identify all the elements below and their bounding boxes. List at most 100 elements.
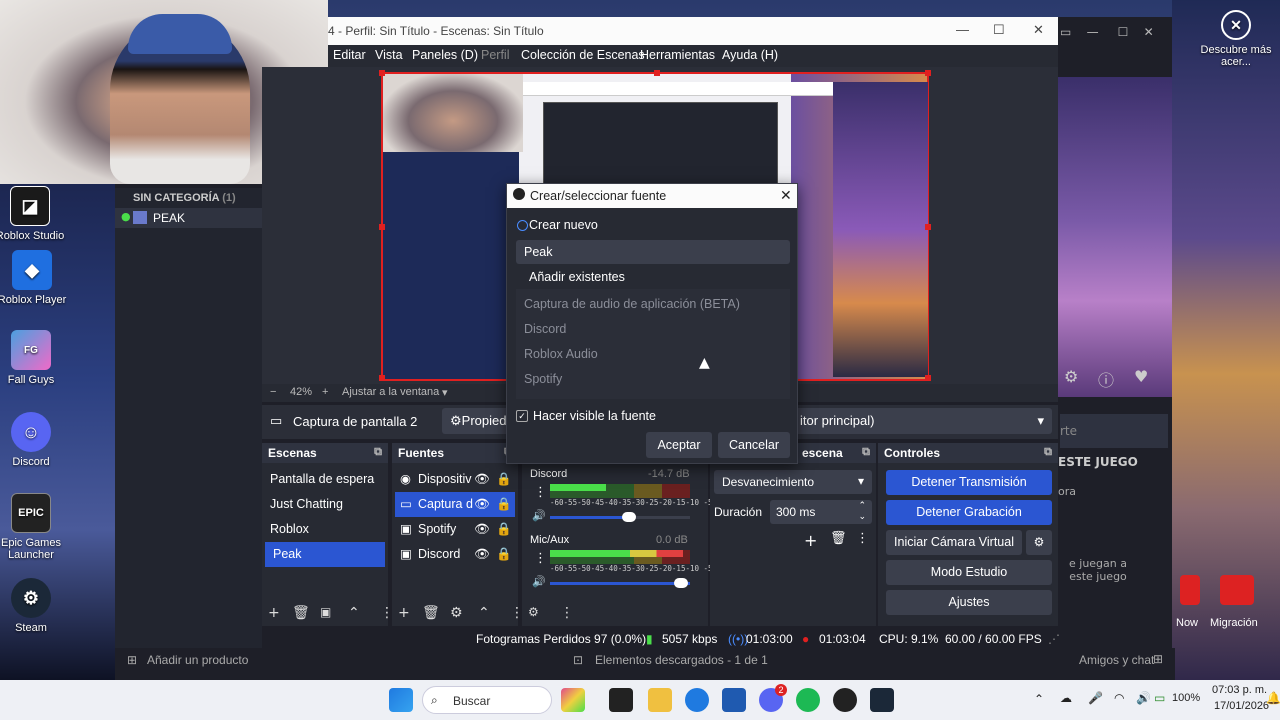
- notification-icon[interactable]: 🔔: [1266, 691, 1280, 705]
- gear-icon[interactable]: ⚙: [450, 605, 463, 621]
- friends-icon[interactable]: ⊞: [1153, 652, 1163, 666]
- source-item[interactable]: ▣ Discord 👁 🔒: [392, 542, 518, 567]
- desktop-icon-fall-guys[interactable]: FG Fall Guys: [0, 330, 71, 386]
- scene-item[interactable]: Roblox: [262, 517, 388, 542]
- menu-coleccion[interactable]: Colección de Escenas: [521, 48, 645, 62]
- window-controls-underlying[interactable]: ▭ — ☐ ✕: [1060, 25, 1154, 39]
- scene-tree-item[interactable]: ● PEAK: [115, 208, 262, 228]
- eye-icon[interactable]: 👁: [474, 492, 490, 517]
- existing-source-item[interactable]: Spotify: [524, 372, 562, 386]
- resize-handle[interactable]: [654, 70, 660, 76]
- accept-button[interactable]: Aceptar: [646, 432, 712, 458]
- terminal-icon[interactable]: [609, 688, 633, 712]
- zoom-out-icon[interactable]: −: [270, 386, 276, 398]
- slider-thumb[interactable]: [674, 578, 688, 588]
- source-item[interactable]: ◉ Dispositiv 👁 🔒: [392, 467, 518, 492]
- move-up-icon[interactable]: ⌃: [478, 605, 490, 621]
- clock-time[interactable]: 07:03 p. m.: [1212, 684, 1267, 696]
- minimize-icon[interactable]: —: [956, 22, 969, 37]
- desktop-icon-discover[interactable]: ✕ Descubre más acer...: [1196, 10, 1276, 68]
- resize-handle[interactable]: [925, 224, 931, 230]
- stop-recording-button[interactable]: Detener Grabación: [886, 500, 1052, 525]
- add-icon[interactable]: +: [398, 605, 410, 621]
- desktop-icon-roblox-player[interactable]: ◆ Roblox Player: [0, 250, 72, 306]
- speaker-icon[interactable]: 🔊: [532, 575, 546, 588]
- more-icon[interactable]: ⋮: [534, 485, 547, 500]
- scene-tree-category[interactable]: SIN CATEGORÍA (1): [133, 192, 236, 204]
- scene-item-selected[interactable]: Peak: [265, 542, 385, 567]
- more-icon[interactable]: ⋮: [534, 551, 547, 566]
- studio-mode-button[interactable]: Modo Estudio: [886, 560, 1052, 585]
- visible-checkbox[interactable]: ✓: [516, 410, 528, 422]
- scene-item[interactable]: Just Chatting: [262, 492, 388, 517]
- lock-icon[interactable]: 🔒: [496, 492, 512, 517]
- outlook-icon[interactable]: [722, 688, 746, 712]
- zoom-in-icon[interactable]: +: [322, 386, 328, 398]
- spotify-icon[interactable]: [796, 688, 820, 712]
- lock-icon[interactable]: 🔒: [496, 542, 512, 567]
- add-product-icon[interactable]: ⊞: [127, 653, 137, 667]
- lock-icon[interactable]: 🔒: [496, 517, 512, 542]
- undock-icon[interactable]: ⧉: [862, 446, 870, 459]
- menu-herramientas[interactable]: Herramientas: [640, 48, 715, 62]
- clock-date[interactable]: 17/01/2026: [1214, 700, 1269, 712]
- volume-icon[interactable]: 🔊: [1136, 691, 1151, 705]
- steam-taskbar-icon[interactable]: [870, 688, 894, 712]
- resize-handle[interactable]: [379, 224, 385, 230]
- existing-source-item[interactable]: Captura de audio de aplicación (BETA): [524, 297, 740, 311]
- existing-source-item[interactable]: Roblox Audio: [524, 347, 598, 361]
- more-icon[interactable]: ⋮: [560, 605, 574, 621]
- menu-vista[interactable]: Vista: [375, 48, 403, 62]
- resize-handle[interactable]: [925, 70, 931, 76]
- now-app-icon[interactable]: [1180, 575, 1200, 605]
- downloads-status[interactable]: Elementos descargados - 1 de 1: [595, 653, 768, 667]
- friends-chat-link[interactable]: Amigos y chat: [1079, 653, 1154, 667]
- resize-handle[interactable]: [379, 375, 385, 381]
- search-field-partial[interactable]: rte: [1060, 414, 1168, 448]
- gear-icon[interactable]: ⚙: [1064, 367, 1078, 386]
- windows-start-icon[interactable]: [389, 688, 413, 712]
- move-up-icon[interactable]: ⌃: [348, 605, 360, 621]
- desktop-icon-discord[interactable]: ☺ Discord: [0, 412, 71, 468]
- desktop-icon-roblox-studio[interactable]: ◪ Roblox Studio: [0, 186, 70, 242]
- eye-icon[interactable]: 👁: [474, 467, 490, 492]
- maximize-icon[interactable]: ☐: [993, 22, 1005, 38]
- speaker-icon[interactable]: 🔊: [532, 509, 546, 522]
- zoom-fit-dropdown[interactable]: Ajustar a la ventana: [342, 386, 439, 398]
- menu-ayuda[interactable]: Ayuda (H): [722, 48, 778, 62]
- menu-paneles[interactable]: Paneles (D): [412, 48, 478, 62]
- info-icon[interactable]: ⓘ: [1098, 367, 1114, 391]
- close-icon[interactable]: ✕: [1033, 22, 1044, 38]
- chevron-down-icon[interactable]: ▾: [442, 386, 448, 399]
- wifi-icon[interactable]: ◠: [1114, 691, 1124, 705]
- add-icon[interactable]: +: [268, 605, 280, 621]
- menu-perfil[interactable]: Perfil: [481, 48, 509, 62]
- source-name-input[interactable]: Peak: [516, 240, 790, 264]
- trash-icon[interactable]: 🗑: [292, 605, 310, 621]
- menu-editar[interactable]: Editar: [333, 48, 366, 62]
- flowers-widget-icon[interactable]: [561, 688, 585, 712]
- edge-icon[interactable]: [685, 688, 709, 712]
- migration-app-icon[interactable]: [1220, 575, 1254, 605]
- slider-thumb[interactable]: [622, 512, 636, 522]
- spin-arrows-icon[interactable]: ⌃ ⌄: [858, 500, 866, 522]
- add-icon[interactable]: +: [804, 531, 817, 550]
- source-item[interactable]: ▣ Spotify 👁 🔒: [392, 517, 518, 542]
- more-icon[interactable]: ⋮: [856, 531, 869, 546]
- duration-input[interactable]: 300 ms ⌃ ⌄: [770, 500, 872, 524]
- microphone-icon[interactable]: 🎤: [1088, 691, 1103, 705]
- trash-icon[interactable]: 🗑: [830, 531, 847, 546]
- battery-icon[interactable]: ▭: [1154, 691, 1165, 705]
- undock-icon[interactable]: ⧉: [374, 446, 382, 459]
- undock-icon[interactable]: ⧉: [1044, 446, 1052, 459]
- existing-source-item[interactable]: Discord: [524, 322, 566, 336]
- monitor-select[interactable]: itor principal) ▾: [792, 408, 1052, 434]
- transition-select[interactable]: Desvanecimiento ▾: [714, 470, 872, 494]
- chevron-up-icon[interactable]: ⌃: [1034, 692, 1044, 706]
- close-icon[interactable]: ✕: [780, 187, 792, 204]
- volume-slider[interactable]: [550, 578, 690, 588]
- create-new-radio[interactable]: [517, 220, 528, 231]
- add-existing-label[interactable]: Añadir existentes: [529, 270, 625, 284]
- resize-handle[interactable]: [379, 70, 385, 76]
- source-item-selected[interactable]: ▭ Captura d 👁 🔒: [395, 492, 515, 517]
